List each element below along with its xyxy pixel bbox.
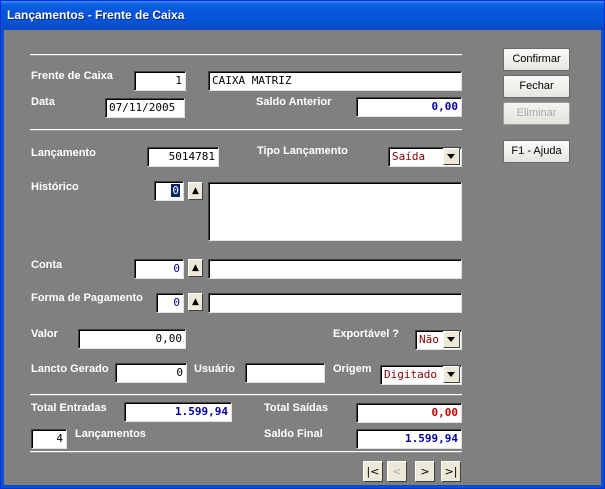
- conta-code-field[interactable]: 0: [134, 259, 184, 279]
- frame-right: [601, 30, 604, 488]
- tipo-lancamento-dropdown-arrow-icon[interactable]: [443, 148, 460, 165]
- nav-last-button[interactable]: >|: [441, 461, 461, 482]
- total-saidas-label: Total Saídas: [264, 402, 328, 414]
- ajuda-button[interactable]: F1 - Ajuda: [503, 140, 570, 163]
- separator: [30, 54, 462, 56]
- separator: [30, 129, 462, 131]
- origem-dropdown-arrow-icon[interactable]: [443, 366, 460, 383]
- title-bar[interactable]: Lançamentos - Frente de Caixa: [1, 1, 604, 30]
- data-label: Data: [31, 96, 55, 108]
- conta-label: Conta: [31, 259, 63, 271]
- forma-pagamento-label: Forma de Pagamento: [31, 292, 143, 304]
- historico-code-field[interactable]: 0: [154, 181, 184, 201]
- valor-label: Valor: [31, 328, 58, 340]
- lancamentos-count-label: Lançamentos: [75, 428, 146, 440]
- frente-caixa-name-field[interactable]: CAIXA MATRIZ: [208, 71, 462, 91]
- total-entradas-label: Total Entradas: [31, 402, 107, 414]
- valor-field[interactable]: 0,00: [78, 329, 186, 349]
- lancto-gerado-field[interactable]: 0: [115, 363, 187, 383]
- origem-value: Digitado: [384, 368, 437, 381]
- lancamento-label: Lançamento: [31, 147, 96, 159]
- saldo-final-label: Saldo Final: [264, 428, 323, 440]
- saldo-anterior-label: Saldo Anterior: [256, 96, 332, 108]
- forma-pagamento-name-field[interactable]: [208, 293, 462, 313]
- lancamentos-count-field: 4: [31, 429, 67, 449]
- exportavel-dropdown-arrow-icon[interactable]: [443, 331, 460, 348]
- eliminar-button[interactable]: Eliminar: [503, 102, 570, 125]
- confirmar-button[interactable]: Confirmar: [503, 48, 570, 71]
- separator: [30, 394, 462, 396]
- separator: [30, 451, 462, 453]
- exportavel-value: Não: [419, 333, 439, 346]
- frente-caixa-number-field[interactable]: 1: [134, 71, 186, 91]
- data-field[interactable]: 07/11/2005: [105, 98, 185, 118]
- fechar-button[interactable]: Fechar: [503, 75, 570, 98]
- lancamento-field[interactable]: 5014781: [147, 147, 219, 167]
- exportavel-label: Exportável ?: [333, 328, 400, 340]
- forma-pagamento-code-field[interactable]: 0: [156, 293, 184, 313]
- frente-caixa-label: Frente de Caixa: [31, 70, 113, 82]
- nav-next-button[interactable]: >: [415, 461, 435, 482]
- total-saidas-field: 0,00: [356, 403, 462, 423]
- frame-left: [1, 30, 4, 488]
- main-window: Lançamentos - Frente de Caixa Frente de …: [0, 0, 605, 489]
- historico-text-area[interactable]: [208, 182, 462, 241]
- window-title: Lançamentos - Frente de Caixa: [7, 8, 185, 22]
- tipo-lancamento-value: Saída: [392, 150, 426, 163]
- nav-first-button[interactable]: |<: [363, 461, 383, 482]
- historico-label: Histórico: [31, 181, 79, 193]
- tipo-lancamento-label: Tipo Lançamento: [257, 145, 348, 157]
- usuario-field[interactable]: [245, 363, 325, 383]
- lancto-gerado-label: Lancto Gerado: [31, 363, 109, 375]
- origem-label: Origem: [333, 363, 372, 375]
- frame-bottom: [1, 485, 604, 488]
- saldo-final-field: 1.599,94: [356, 429, 462, 449]
- conta-lookup-arrow-icon[interactable]: ▲: [188, 259, 203, 277]
- total-entradas-field: 1.599,94: [124, 402, 232, 422]
- nav-prev-button[interactable]: <: [387, 461, 407, 482]
- conta-name-field[interactable]: [208, 259, 462, 279]
- forma-pagamento-lookup-arrow-icon[interactable]: ▲: [188, 293, 203, 311]
- usuario-label: Usuário: [194, 363, 235, 375]
- saldo-anterior-field[interactable]: 0,00: [356, 97, 462, 117]
- historico-code-value: 0: [171, 184, 180, 197]
- historico-lookup-arrow-icon[interactable]: ▲: [188, 182, 203, 200]
